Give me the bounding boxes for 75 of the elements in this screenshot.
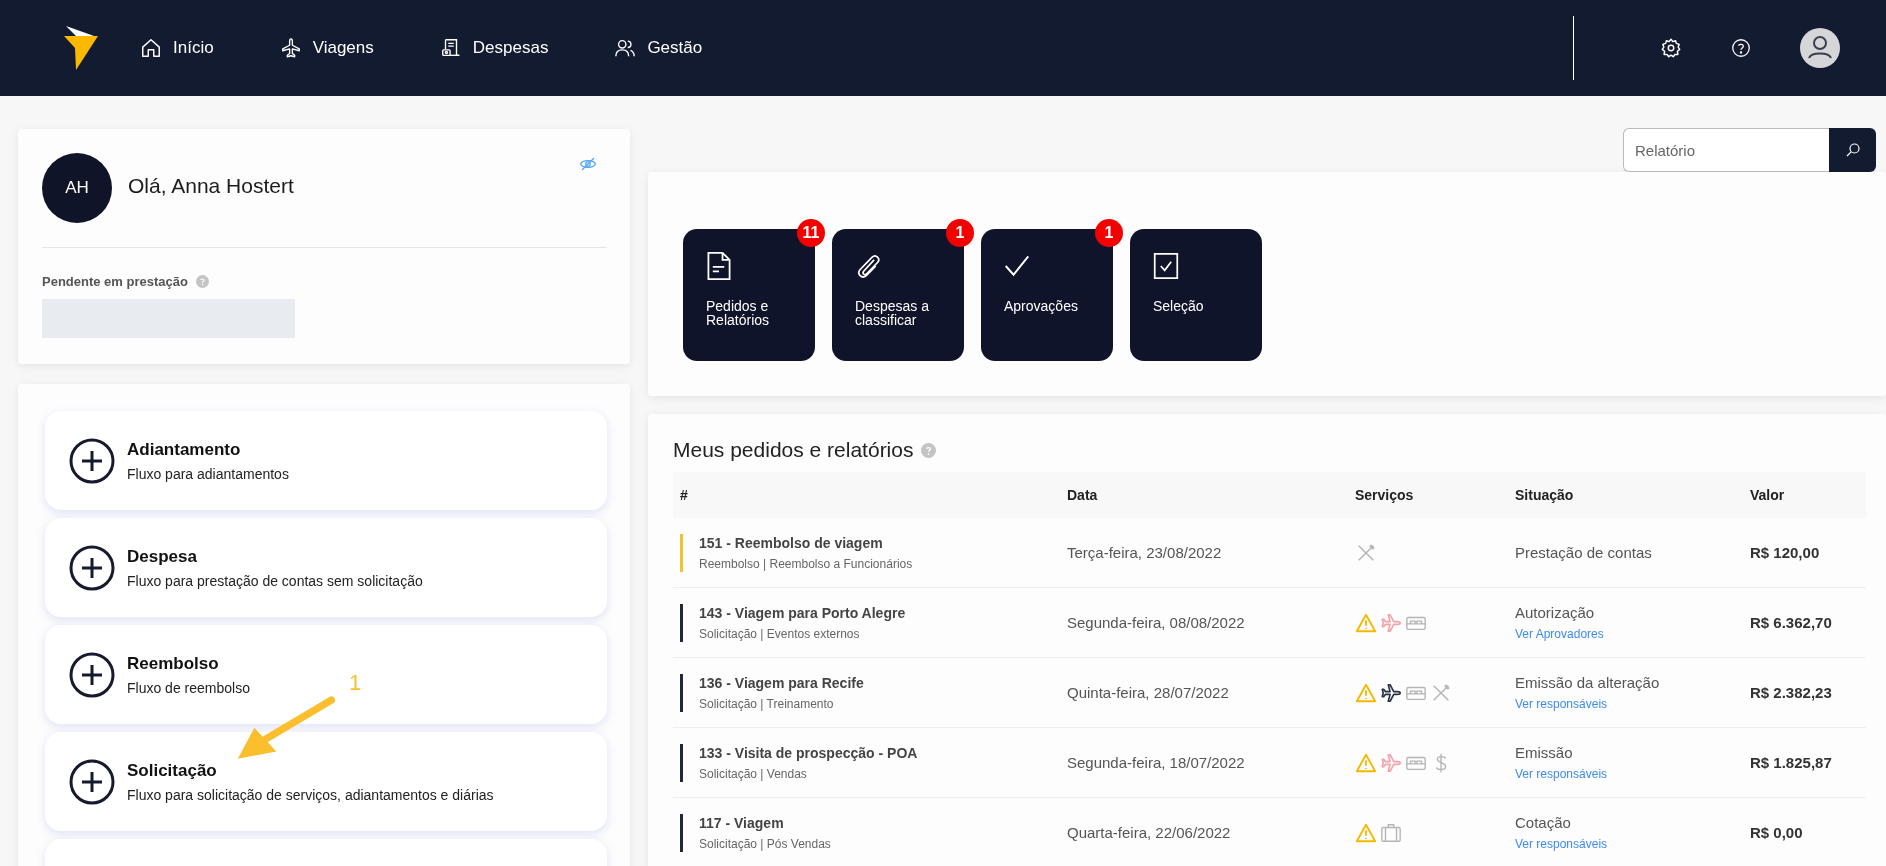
amount-cell-text: R$ 1.825,87 (1750, 754, 1833, 771)
column-header: Situação (1515, 487, 1575, 503)
nav-link[interactable]: Gestão (614, 37, 703, 59)
nav-link[interactable]: Despesas (439, 37, 549, 59)
plane-icon (279, 37, 302, 59)
plus-circle-icon (69, 758, 115, 805)
order-title[interactable]: 136 - Viagem para Recife (699, 674, 864, 691)
flow-card[interactable]: Adiantamento Fluxo para adiantamentos (45, 411, 607, 510)
order-title[interactable]: 133 - Visita de prospecção - POA (699, 744, 918, 761)
table-cell-text: Quinta-feira, 28/07/2022 (1067, 684, 1230, 701)
pending-label: Pendente em prestação (42, 274, 188, 289)
flow-description: Fluxo para adiantamentos (127, 465, 289, 482)
table-cell-text: Terça-feira, 23/08/2022 (1067, 544, 1223, 561)
column-header: Serviços (1355, 487, 1415, 503)
flow-description: Fluxo para prestação de contas sem solicitação (127, 572, 423, 589)
column-header: # (680, 487, 689, 503)
search-button[interactable] (1829, 128, 1876, 172)
column-header: Valor (1750, 487, 1786, 503)
order-category: Solicitação | Vendas (699, 766, 808, 781)
flow-title: Solicitação (127, 760, 218, 781)
table-cell-text: Quarta-feira, 22/06/2022 (1067, 824, 1232, 841)
home-icon (140, 37, 162, 59)
amount-cell-text: R$ 120,00 (1750, 544, 1821, 561)
document-icon (706, 251, 732, 281)
order-title[interactable]: 151 - Reembolso de viagem (699, 534, 913, 551)
flow-card[interactable]: Despesa Fluxo para prestação de contas sem solicitação (45, 518, 607, 617)
logo-icon[interactable] (64, 26, 98, 70)
search-field[interactable]: Relatório (1623, 128, 1829, 172)
plus-circle-icon (69, 651, 115, 698)
table-cell-text: Segunda-feira, 08/08/2022 (1067, 614, 1246, 631)
amount-cell-text: R$ 0,00 (1750, 824, 1804, 841)
people-icon (614, 37, 637, 59)
checkbox-icon (1153, 251, 1179, 281)
responsible-link[interactable]: Ver responsáveis (1515, 836, 1608, 851)
column-header: Data (1067, 487, 1099, 503)
receipt-icon (439, 37, 462, 59)
user-avatar: AH (42, 153, 112, 223)
status-text: Autorização (1515, 603, 1596, 621)
nav-link[interactable]: Viagens (279, 37, 374, 59)
help-icon[interactable] (1730, 37, 1752, 59)
amount-cell-text: R$ 6.362,70 (1750, 614, 1833, 631)
plus-circle-icon (69, 544, 115, 591)
table-cell-text: Segunda-feira, 18/07/2022 (1067, 754, 1246, 771)
hidden-eye-icon[interactable] (579, 155, 597, 173)
flow-title: Despesa (127, 546, 198, 567)
responsible-link[interactable]: Ver responsáveis (1515, 696, 1608, 711)
annotation-number: 1 (349, 670, 362, 696)
order-title[interactable]: 143 - Viagem para Porto Alegre (699, 604, 906, 621)
count-badge: 1 (946, 219, 974, 247)
shortcut-tile[interactable]: Seleção (1130, 229, 1262, 361)
flow-card[interactable]: Solicitação Fluxo para solicitação de serviços, adiantamentos e diárias (45, 732, 607, 831)
settings-icon[interactable] (1660, 37, 1682, 59)
flow-title: Reembolso (127, 653, 220, 674)
count-badge: 11 (797, 219, 825, 247)
count-badge: 1 (1095, 219, 1123, 247)
order-category: Solicitação | Eventos externos (699, 626, 861, 641)
order-title[interactable]: 117 - Viagem (699, 814, 831, 831)
flow-title: Adiantamento (127, 439, 242, 460)
flow-description: Fluxo para solicitação de serviços, adiantamentos e diárias (127, 786, 494, 803)
order-category: Reembolso | Reembolso a Funcionários (699, 556, 913, 571)
section-title: Meus pedidos e relatórios (673, 438, 914, 462)
status-text: Prestação de contas (1515, 544, 1653, 561)
responsible-link[interactable]: Ver responsáveis (1515, 766, 1608, 781)
greeting-text: Olá, Anna Hostert (128, 174, 294, 198)
order-category: Solicitação | Treinamento (699, 696, 835, 711)
status-text: Emissão da alteração (1515, 673, 1661, 691)
responsible-link[interactable]: Ver Aprovadores (1515, 626, 1604, 641)
amount-cell-text: R$ 2.382,23 (1750, 684, 1833, 701)
avatar-icon[interactable] (1800, 28, 1840, 68)
plus-circle-icon (69, 437, 115, 484)
nav-link[interactable]: Início (140, 37, 214, 59)
status-text: Emissão (1515, 743, 1574, 761)
order-category: Solicitação | Pós Vendas (699, 836, 831, 851)
status-text: Cotação (1515, 813, 1572, 831)
flow-description: Fluxo de reembolso (127, 679, 250, 696)
